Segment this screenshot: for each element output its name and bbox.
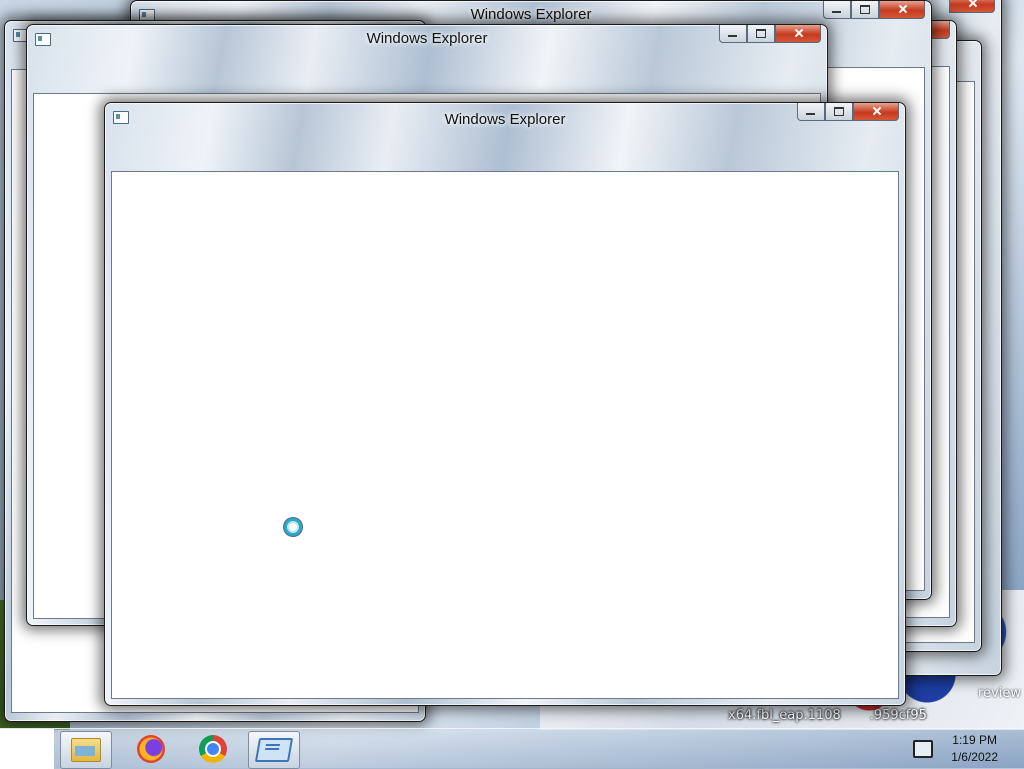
window-title: Windows Explorer xyxy=(444,111,566,128)
maximize-button[interactable] xyxy=(851,1,879,19)
taskbar-button-firefox[interactable] xyxy=(126,731,176,767)
taskbar-button-explorer-app[interactable] xyxy=(248,731,300,769)
window-controls xyxy=(797,103,899,122)
desktop-icon-label-2: review xyxy=(978,686,1021,701)
window-controls xyxy=(949,0,995,14)
close-button[interactable] xyxy=(853,103,899,121)
minimize-button[interactable] xyxy=(797,103,825,121)
taskbar: 1:19 PM 1/6/2022 xyxy=(0,728,1024,769)
folder-icon xyxy=(71,738,101,762)
maximize-button[interactable] xyxy=(825,103,853,121)
window-explorer-front[interactable]: Windows Explorer xyxy=(104,102,906,706)
busy-cursor-icon xyxy=(284,518,302,536)
clock-date: 1/6/2022 xyxy=(951,750,998,764)
window-client[interactable] xyxy=(111,171,899,699)
desktop-icon-label: x64.fbl_eap.1108 .959cf95 xyxy=(728,708,927,723)
maximize-button[interactable] xyxy=(747,25,775,43)
chrome-icon xyxy=(199,735,227,763)
window-title: Windows Explorer xyxy=(366,30,488,47)
close-button[interactable] xyxy=(775,25,821,43)
firefox-icon xyxy=(137,735,165,763)
close-button[interactable] xyxy=(879,1,925,19)
network-icon[interactable] xyxy=(913,740,934,758)
taskbar-button-windows-explorer[interactable] xyxy=(60,731,112,769)
minimize-button[interactable] xyxy=(823,1,851,19)
taskbar-button-chrome[interactable] xyxy=(188,731,238,767)
window-controls xyxy=(823,1,925,20)
clock[interactable]: 1:19 PM 1/6/2022 xyxy=(951,732,998,766)
window-controls xyxy=(719,25,821,44)
start-button[interactable] xyxy=(0,729,54,769)
explorer-app-icon xyxy=(254,738,294,762)
system-tray: 1:19 PM 1/6/2022 xyxy=(913,729,1024,769)
clock-time: 1:19 PM xyxy=(952,733,997,747)
close-button[interactable] xyxy=(949,0,995,13)
minimize-button[interactable] xyxy=(719,25,747,43)
